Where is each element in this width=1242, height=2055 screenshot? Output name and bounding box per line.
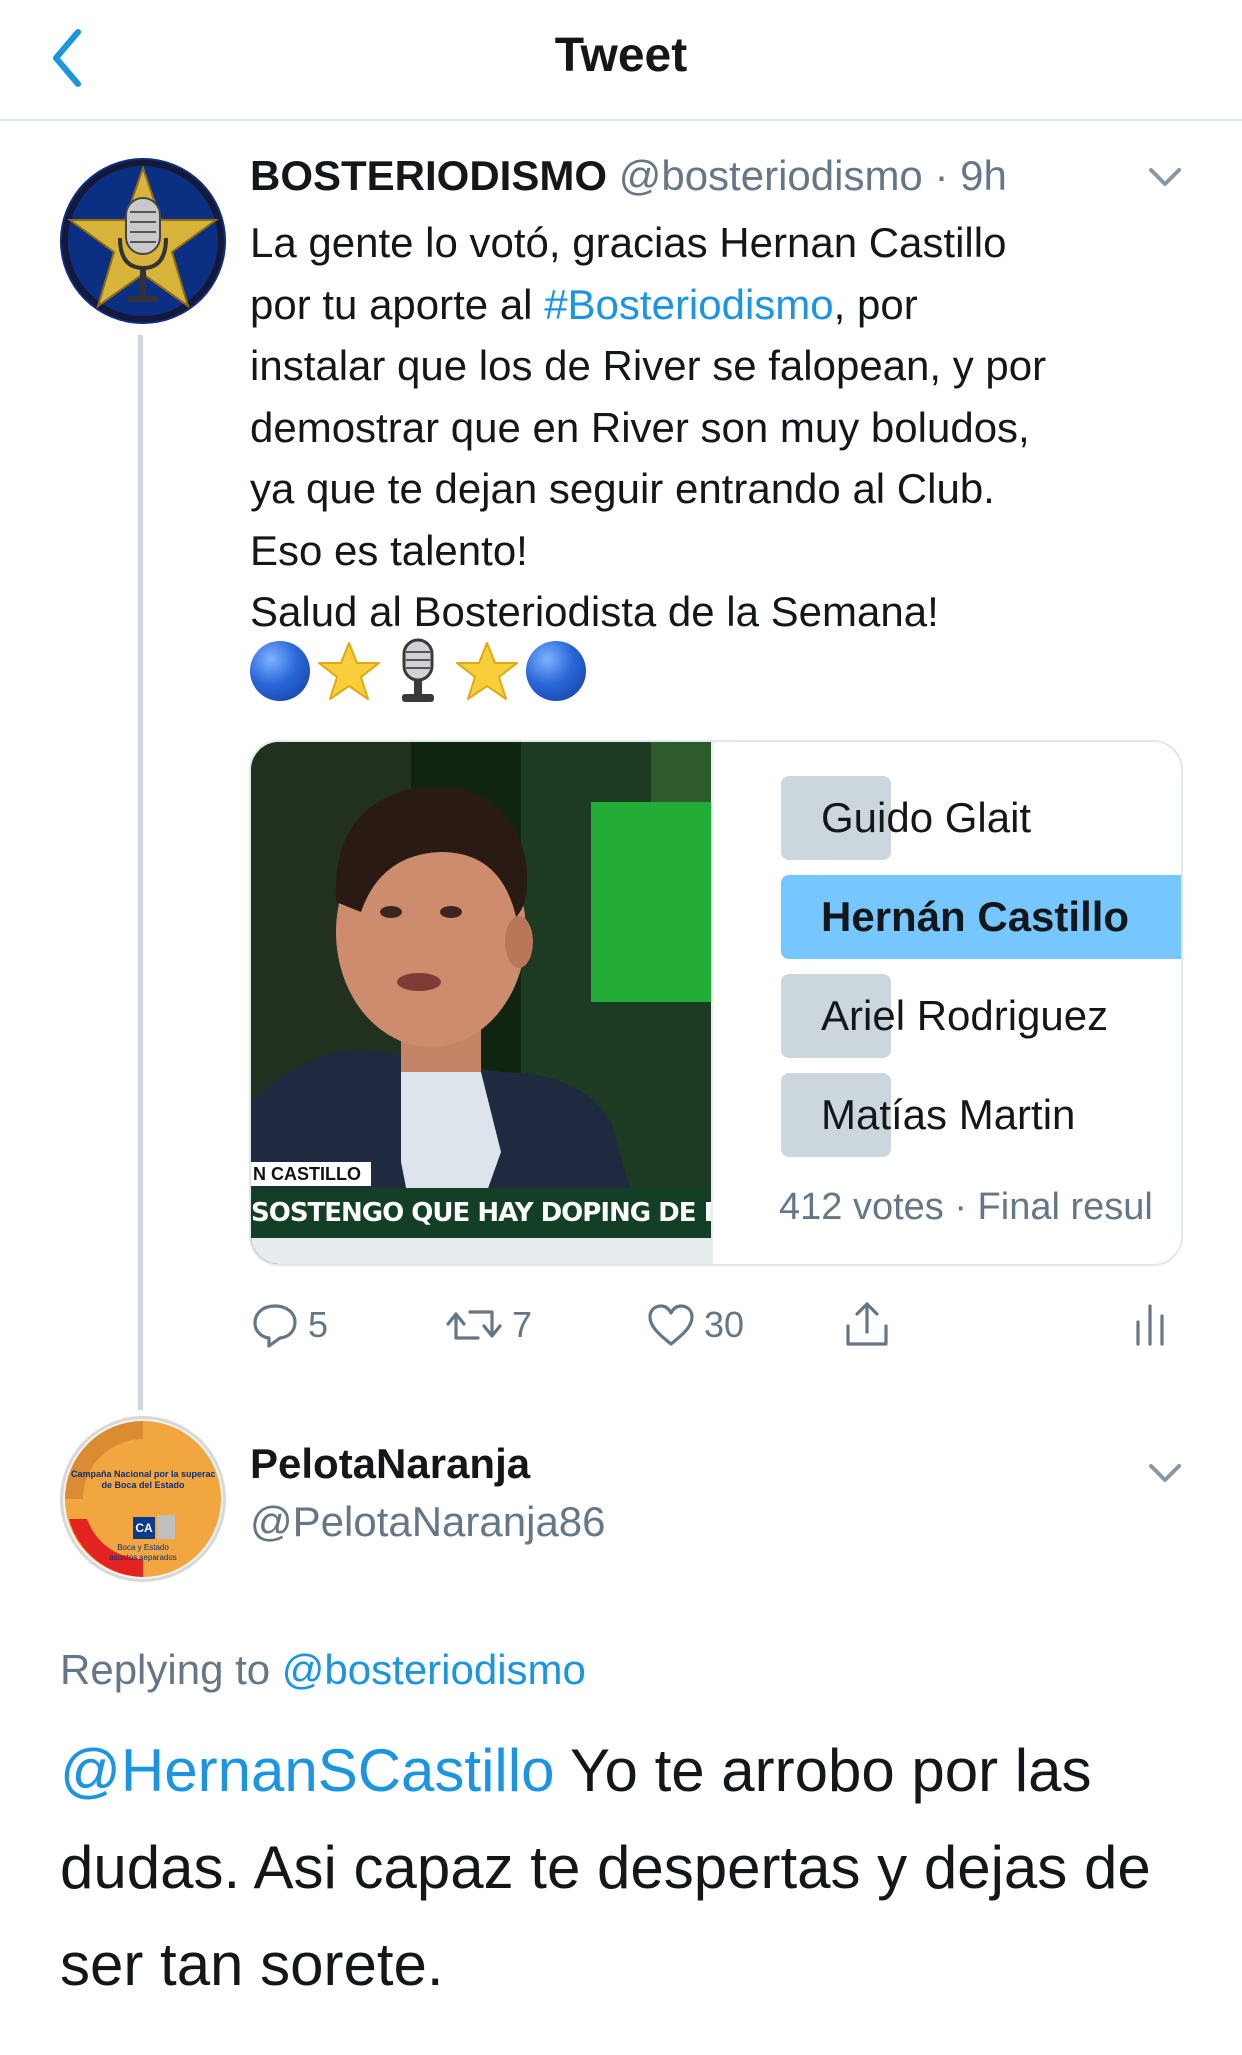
avatar[interactable] <box>60 158 226 324</box>
poll-option[interactable]: Matías Martin <box>713 1073 1181 1157</box>
analytics-icon <box>1136 1304 1164 1346</box>
chevron-down-icon[interactable] <box>1145 162 1185 192</box>
tweet-line: Eso es talento! <box>250 526 528 574</box>
hashtag-link[interactable]: #Bosteriodismo <box>544 281 833 328</box>
avatar-text: Boca y Estado <box>117 1543 169 1552</box>
tweet-text: La gente lo votó, gracias Hernan Castill… <box>250 212 1190 643</box>
blue-circle-emoji <box>526 641 586 701</box>
poll: Guido Glait Hernán Castillo Ariel Rodrig… <box>713 742 1181 1264</box>
poll-option-label: Ariel Rodriguez <box>821 992 1109 1039</box>
mention-link[interactable]: @HernanSCastillo <box>60 1737 554 1804</box>
tweet-line: instalar que los de River se falopean, y… <box>250 342 1047 389</box>
tweet-line: ya que te dejan seguir entrando al Club. <box>250 465 995 512</box>
poll-option-label: Hernán Castillo <box>821 893 1130 940</box>
tweet-line: por tu aporte al <box>250 280 545 328</box>
author-handle[interactable]: @bosteriodismo <box>619 152 923 199</box>
retweet-icon <box>446 1310 502 1340</box>
reply-count: 5 <box>308 1304 329 1345</box>
analytics-action[interactable] <box>1130 1300 1170 1350</box>
reply-text: @HernanSCastillo Yo te arrobo por las du… <box>60 1722 1190 2013</box>
poll-votes-summary: 412 votes · Final resul <box>779 1186 1153 1228</box>
tweet-line: La gente lo votó, gracias Hernan Castill… <box>250 219 1007 266</box>
retweet-count: 7 <box>512 1304 533 1345</box>
top-bar: Tweet <box>0 0 1242 121</box>
reply-icon <box>253 1304 297 1348</box>
heart-icon <box>648 1304 694 1346</box>
reply-action[interactable]: 5 <box>250 1300 328 1350</box>
author-name[interactable]: PelotaNaranja <box>250 1438 530 1490</box>
avatar-text: Campaña Nacional por la superacion <box>71 1469 215 1479</box>
poll-option-label: Matías Martin <box>821 1091 1076 1138</box>
avatar-text: asuntos separados <box>109 1553 177 1562</box>
tweet-line: , por <box>833 280 918 328</box>
avatar-text: CA <box>135 1521 153 1535</box>
replying-to-handle[interactable]: @bosteriodismo <box>282 1646 586 1693</box>
share-icon <box>846 1302 888 1346</box>
tweet-line: demostrar que en River son muy boludos, <box>250 403 1030 451</box>
caption-text: SOSTENGO QUE HAY DOPING DE DRIU <box>251 1198 711 1228</box>
thread-line <box>138 335 143 1410</box>
retweet-action[interactable]: 7 <box>444 1300 532 1350</box>
chevron-left-icon[interactable] <box>48 26 96 90</box>
star-microphone-logo <box>60 158 226 324</box>
replying-to: Replying to @bosteriodismo <box>60 1644 586 1696</box>
replying-to-label: Replying to <box>60 1646 282 1693</box>
tweet-time: 9h <box>960 152 1007 199</box>
tweet-header: BOSTERIODISMO @bosteriodismo · 9h <box>250 150 1007 202</box>
author-name[interactable]: BOSTERIODISMO <box>250 152 607 199</box>
share-action[interactable] <box>842 1300 892 1350</box>
blue-circle-emoji <box>250 641 310 701</box>
poll-option[interactable]: Ariel Rodriguez <box>713 974 1181 1058</box>
avatar-text: de Boca del Estado <box>101 1480 185 1490</box>
page-title: Tweet <box>554 29 688 82</box>
like-count: 30 <box>704 1304 745 1345</box>
poll-option[interactable]: Guido Glait <box>713 776 1181 860</box>
poll-option-winner[interactable]: Hernán Castillo <box>713 875 1181 959</box>
poll-option-label: Guido Glait <box>821 794 1032 841</box>
star-emoji <box>456 642 518 700</box>
avatar[interactable]: Campaña Nacional por la superacion de Bo… <box>60 1416 226 1582</box>
emoji-row <box>250 638 586 704</box>
caption-bottom <box>251 1238 711 1264</box>
separator-dot: · <box>922 152 961 199</box>
star-emoji <box>318 642 380 700</box>
like-action[interactable]: 30 <box>646 1300 744 1350</box>
poll-card[interactable]: N CASTILLO SOSTENGO QUE HAY DOPING DE DR… <box>249 740 1183 1266</box>
chevron-down-icon[interactable] <box>1145 1458 1185 1488</box>
author-handle[interactable]: @PelotaNaranja86 <box>250 1496 606 1548</box>
tweet-line: Salud al Bosteriodista de la Semana! <box>250 588 939 635</box>
tv-screenshot-image[interactable]: N CASTILLO SOSTENGO QUE HAY DOPING DE DR… <box>251 742 711 1264</box>
caption-name: N CASTILLO <box>253 1164 361 1184</box>
microphone-emoji <box>402 638 434 702</box>
